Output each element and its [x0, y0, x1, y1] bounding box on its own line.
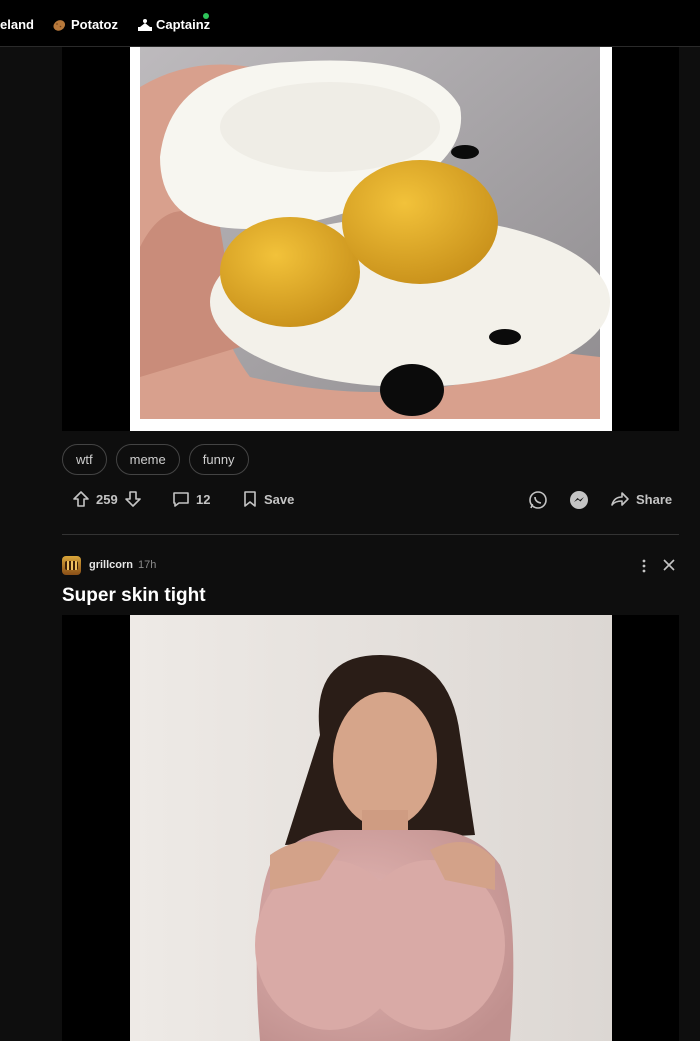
tag-wtf[interactable]: wtf — [62, 444, 107, 475]
egg-image — [130, 47, 612, 431]
nav-item-label: eland — [0, 17, 34, 32]
share-button[interactable]: Share — [610, 490, 672, 508]
close-icon[interactable] — [661, 557, 677, 573]
post-action-bar: 259 12 Save Share — [62, 490, 679, 514]
online-status-dot — [203, 12, 209, 19]
nav-item-potatoz[interactable]: Potatoz — [52, 17, 118, 32]
post-image-frame[interactable] — [62, 47, 679, 431]
potato-icon — [52, 18, 66, 32]
captain-icon — [137, 12, 209, 32]
tag-list: wtf meme funny — [62, 444, 249, 475]
vote-group: 259 — [72, 490, 142, 508]
post-image[interactable] — [130, 615, 612, 1041]
upvote-count: 259 — [96, 491, 118, 507]
whatsapp-share-button[interactable] — [528, 490, 548, 510]
top-nav: eland Potatoz Captainz — [0, 0, 700, 47]
author-name[interactable]: grillcorn — [89, 559, 133, 571]
post-image-frame[interactable] — [62, 615, 679, 1041]
share-label: Share — [636, 491, 673, 507]
post-title[interactable]: Super skin tight — [62, 585, 206, 607]
portrait-image — [130, 615, 612, 1041]
nav-item-eland[interactable]: eland — [0, 17, 34, 32]
more-options-icon[interactable] — [637, 558, 651, 574]
author-avatar[interactable] — [62, 556, 81, 575]
tag-funny[interactable]: funny — [188, 444, 249, 475]
share-arrow-icon — [610, 490, 630, 508]
messenger-share-button[interactable] — [569, 490, 589, 510]
post-header: grillcorn 17h — [62, 556, 679, 576]
downvote-icon[interactable] — [124, 490, 142, 508]
save-button[interactable]: Save — [242, 490, 294, 508]
post-age: 17h — [138, 559, 157, 571]
nav-item-label: Captainz — [156, 17, 211, 32]
upvote-icon[interactable] — [72, 490, 90, 508]
whatsapp-icon — [528, 490, 548, 510]
nav-item-label: Potatoz — [71, 17, 118, 32]
comment-icon — [172, 490, 190, 508]
tag-meme[interactable]: meme — [115, 444, 180, 475]
save-label: Save — [264, 491, 295, 507]
post-divider — [62, 534, 679, 535]
comment-count: 12 — [196, 491, 211, 507]
nav-item-captainz[interactable]: Captainz — [137, 12, 211, 32]
post-image[interactable] — [130, 47, 612, 431]
bookmark-icon — [242, 490, 258, 508]
comments-button[interactable]: 12 — [172, 490, 210, 508]
messenger-icon — [569, 490, 589, 510]
